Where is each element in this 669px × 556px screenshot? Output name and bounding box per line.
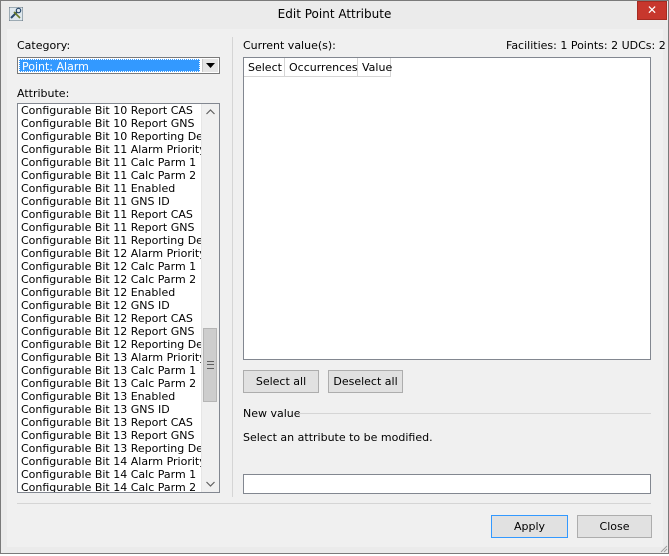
close-button[interactable]: Close bbox=[577, 515, 652, 538]
attribute-list-item[interactable]: Configurable Bit 12 Calc Parm 2 bbox=[21, 273, 201, 286]
scroll-thumb[interactable] bbox=[203, 328, 217, 402]
new-value-label: New value bbox=[243, 407, 301, 420]
stats-summary: Facilities: 1 Points: 2 UDCs: 2 bbox=[506, 39, 666, 52]
chevron-down-icon bbox=[206, 481, 215, 487]
grid-header: Select Occurrences Value bbox=[244, 58, 392, 77]
attribute-list-item[interactable]: Configurable Bit 12 Report GNS bbox=[21, 325, 201, 338]
apply-button[interactable]: Apply bbox=[491, 515, 568, 538]
column-header-select[interactable]: Select bbox=[244, 58, 285, 77]
attribute-list-item[interactable]: Configurable Bit 11 Report CAS bbox=[21, 208, 201, 221]
new-value-input[interactable] bbox=[243, 474, 651, 494]
window-title: Edit Point Attribute bbox=[277, 7, 392, 21]
attribute-list-item[interactable]: Configurable Bit 11 Alarm Priority bbox=[21, 143, 206, 156]
resize-grip-icon[interactable] bbox=[658, 543, 668, 553]
current-values-label: Current value(s): bbox=[243, 39, 336, 52]
attribute-list-item[interactable]: Configurable Bit 13 Enabled bbox=[21, 390, 201, 403]
attribute-label: Attribute: bbox=[17, 87, 70, 100]
vertical-divider bbox=[232, 37, 233, 497]
window-close-button[interactable]: ✕ bbox=[637, 1, 667, 20]
attribute-list-item[interactable]: Configurable Bit 11 Calc Parm 2 bbox=[21, 169, 201, 182]
select-all-button[interactable]: Select all bbox=[243, 370, 319, 393]
column-header-occurrences[interactable]: Occurrences bbox=[285, 58, 358, 77]
attribute-list-item[interactable]: Configurable Bit 14 Alarm Priority bbox=[21, 455, 206, 468]
category-selected-value: Point: Alarm bbox=[19, 59, 200, 73]
deselect-all-button[interactable]: Deselect all bbox=[328, 370, 403, 393]
attribute-list-item[interactable]: Configurable Bit 13 Report CAS bbox=[21, 416, 201, 429]
attribute-list-item[interactable]: Configurable Bit 13 Reporting Delay bbox=[21, 442, 219, 455]
attribute-list-item[interactable]: Configurable Bit 11 Reporting Delay bbox=[21, 234, 219, 247]
attribute-list-item[interactable]: Configurable Bit 12 Report CAS bbox=[21, 312, 201, 325]
chevron-up-icon bbox=[206, 109, 215, 115]
attribute-list-item[interactable]: Configurable Bit 13 Report GNS bbox=[21, 429, 201, 442]
category-label: Category: bbox=[17, 39, 71, 52]
attribute-list-item[interactable]: Configurable Bit 11 Enabled bbox=[21, 182, 201, 195]
title-bar: Edit Point Attribute ✕ bbox=[1, 1, 668, 28]
footer-divider bbox=[17, 503, 651, 504]
current-values-grid[interactable]: Select Occurrences Value bbox=[243, 57, 651, 360]
scroll-up-button[interactable] bbox=[202, 104, 219, 121]
attribute-list-item[interactable]: Configurable Bit 11 Calc Parm 1 bbox=[21, 156, 201, 169]
chevron-down-icon bbox=[206, 63, 215, 68]
attribute-list-item[interactable]: Configurable Bit 10 Reporting Delay bbox=[21, 130, 219, 143]
attribute-items: Configurable Bit 10 Report CAS Configurab… bbox=[21, 104, 219, 492]
attribute-list[interactable]: Configurable Bit 10 Report CAS Configurab… bbox=[17, 103, 220, 493]
scroll-down-button[interactable] bbox=[202, 475, 219, 492]
attribute-list-item[interactable]: Configurable Bit 12 Reporting Delay bbox=[21, 338, 219, 351]
attribute-list-item[interactable]: Configurable Bit 12 Enabled bbox=[21, 286, 201, 299]
attribute-list-item[interactable]: Configurable Bit 13 Alarm Priority bbox=[21, 351, 206, 364]
attribute-list-item[interactable]: Configurable Bit 12 GNS ID bbox=[21, 299, 201, 312]
hint-text: Select an attribute to be modified. bbox=[243, 431, 433, 444]
attribute-list-item[interactable]: Configurable Bit 13 Calc Parm 2 bbox=[21, 377, 201, 390]
column-header-value[interactable]: Value bbox=[358, 58, 392, 77]
group-divider bbox=[299, 413, 651, 414]
grip-icon bbox=[207, 361, 214, 369]
attribute-list-item[interactable]: Configurable Bit 12 Calc Parm 1 bbox=[21, 260, 201, 273]
edit-point-attribute-dialog: Edit Point Attribute ✕ Category: Point: … bbox=[0, 0, 669, 554]
attribute-list-item[interactable]: Configurable Bit 12 Alarm Priority bbox=[21, 247, 206, 260]
category-dropdown[interactable]: Point: Alarm bbox=[17, 57, 220, 74]
dropdown-arrow[interactable] bbox=[202, 59, 218, 72]
attribute-list-item[interactable]: Configurable Bit 11 GNS ID bbox=[21, 195, 201, 208]
attribute-list-item[interactable]: Configurable Bit 13 GNS ID bbox=[21, 403, 201, 416]
attribute-list-item[interactable]: Configurable Bit 10 Report GNS bbox=[21, 117, 201, 130]
attribute-list-item[interactable]: Configurable Bit 14 Calc Parm 1 bbox=[21, 468, 201, 481]
attribute-list-item[interactable]: Configurable Bit 10 Report CAS bbox=[21, 104, 201, 117]
attribute-list-item[interactable]: Configurable Bit 13 Calc Parm 1 bbox=[21, 364, 201, 377]
attribute-scrollbar[interactable] bbox=[201, 104, 219, 492]
attribute-list-item[interactable]: Configurable Bit 11 Report GNS bbox=[21, 221, 201, 234]
attribute-list-item[interactable]: Configurable Bit 14 Calc Parm 2 bbox=[21, 481, 201, 492]
